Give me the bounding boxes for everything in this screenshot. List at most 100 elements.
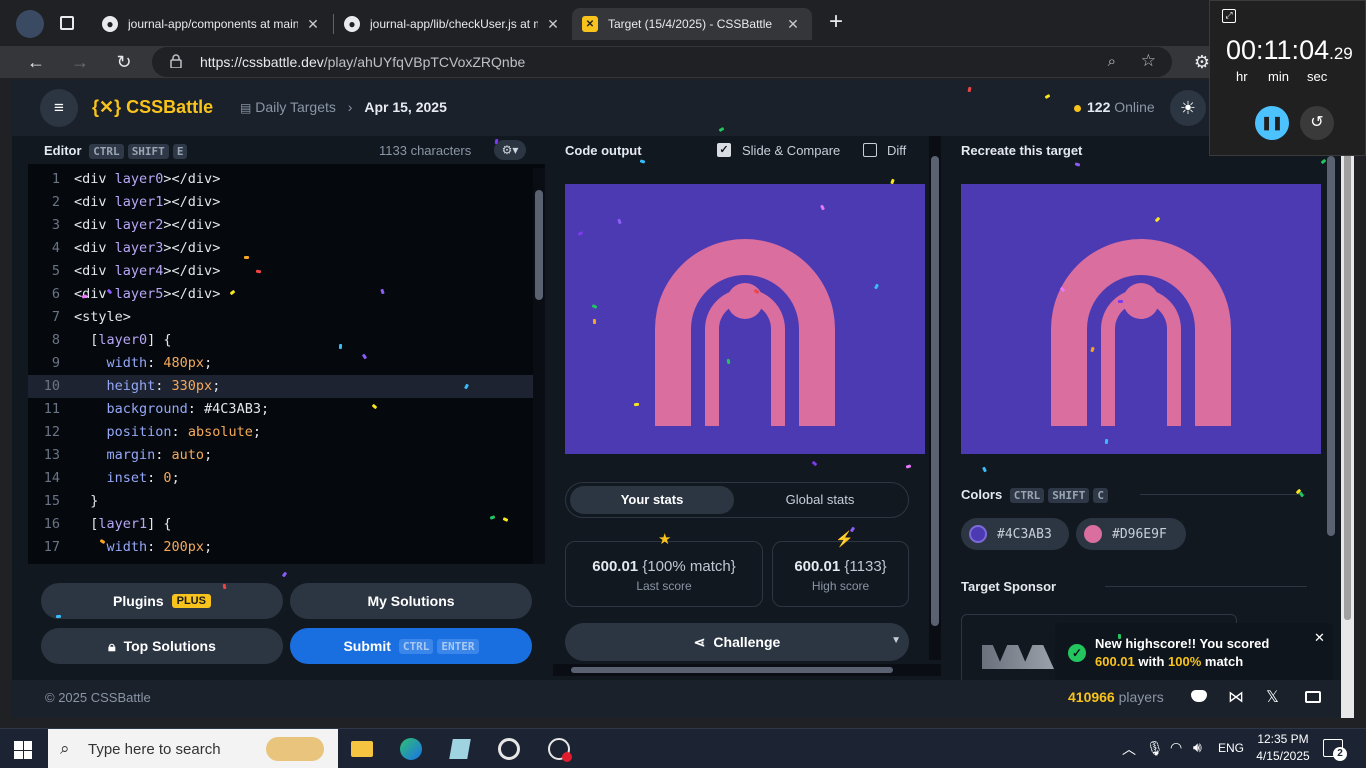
editor-settings-button[interactable]: ⚙▾ (494, 140, 526, 160)
code-line[interactable]: 11 background: #4C3AB3; (28, 398, 533, 421)
high-score-value: 600.01 (794, 558, 841, 575)
favorite-star-icon[interactable]: ☆ (1141, 51, 1156, 71)
code-token: : (147, 539, 164, 555)
code-line[interactable]: 6 <div layer5></div> (28, 283, 533, 306)
code-token: background (74, 401, 188, 417)
close-icon[interactable]: ✕ (304, 16, 322, 33)
reset-button[interactable]: ↺ (1300, 106, 1334, 140)
highscore-toast: ✓ New highscore!! You scored 600.01 with… (1055, 623, 1333, 685)
close-icon[interactable]: ✕ (544, 16, 562, 33)
close-icon[interactable]: ✕ (1314, 630, 1325, 646)
timer-fraction: .29 (1329, 44, 1353, 63)
code-token: layer5 (114, 286, 164, 302)
chevron-down-icon[interactable]: ▼ (891, 635, 901, 646)
volume-icon[interactable]: 🔊︎ (1193, 739, 1202, 756)
mail-icon[interactable] (1305, 691, 1321, 703)
breadcrumb-daily-targets[interactable]: Daily Targets (255, 99, 336, 115)
code-line[interactable]: 16 [layer1] { (28, 513, 533, 536)
code-token: layer0 (114, 171, 164, 187)
brand-logo[interactable]: {✕} CSSBattle (92, 97, 213, 118)
sponsor-logo (982, 645, 1054, 669)
my-solutions-button[interactable]: My Solutions (290, 583, 532, 619)
edge-icon[interactable] (397, 735, 425, 763)
close-icon[interactable]: ✕ (784, 16, 802, 33)
code-line[interactable]: 15 } (28, 490, 533, 513)
code-line[interactable]: 7 <style> (28, 306, 533, 329)
code-line[interactable]: 10 height: 330px; (28, 375, 533, 398)
code-line[interactable]: 1 <div layer0></div> (28, 168, 533, 191)
copyright: © 2025 CSSBattle (45, 690, 151, 705)
code-token: ; (252, 424, 261, 440)
code-line[interactable]: 14 inset: 0; (28, 467, 533, 490)
code-line[interactable]: 4 <div layer3></div> (28, 237, 533, 260)
address-field[interactable]: https://cssbattle.dev/play/ahUYfqVBpTCVo… (152, 47, 1172, 77)
profile-avatar[interactable] (16, 10, 44, 38)
code-line[interactable]: 5 <div layer4></div> (28, 260, 533, 283)
output-vscrollbar[interactable] (929, 136, 941, 660)
file-explorer-icon[interactable] (348, 735, 376, 763)
timer-label-sec: sec (1307, 69, 1328, 84)
language-indicator[interactable]: ENG (1218, 741, 1244, 755)
code-token: 200px (163, 539, 205, 555)
zoom-icon[interactable]: ⌕ (1108, 53, 1116, 70)
discord-icon[interactable] (1191, 690, 1207, 702)
editor-scrollbar[interactable] (533, 168, 545, 564)
expand-icon[interactable]: ⤢ (1222, 9, 1236, 23)
slide-compare-checkbox[interactable]: ✓ (717, 143, 731, 157)
code-token: 330px (171, 378, 213, 394)
challenge-button[interactable]: ⋖ Challenge ▼ (565, 623, 909, 661)
clock-app-icon[interactable] (495, 735, 523, 763)
wifi-icon[interactable]: ◠ (1170, 739, 1182, 756)
pause-button[interactable]: ❚❚ (1255, 106, 1289, 140)
taskbar-time[interactable]: 12:35 PM (1256, 732, 1310, 746)
output-hscrollbar[interactable] (553, 664, 941, 676)
theme-toggle-button[interactable]: ☀ (1170, 90, 1206, 126)
menu-button[interactable]: ≡ (40, 89, 78, 127)
windows-start-icon[interactable] (14, 741, 32, 759)
tab-global-stats[interactable]: Global stats (738, 486, 902, 514)
taskbar-date[interactable]: 4/15/2025 (1254, 749, 1312, 763)
diff-checkbox[interactable] (863, 143, 877, 157)
submit-button[interactable]: Submit CTRL ENTER (290, 628, 532, 664)
new-tab-icon[interactable]: + (824, 10, 848, 34)
code-editor[interactable]: 1 <div layer0></div> 2 <div layer1></div> 3 <… (28, 168, 533, 564)
target-canvas (961, 184, 1321, 454)
taskbar-search[interactable]: ⌕ Type here to search (48, 729, 338, 768)
code-line[interactable]: 12 position: absolute; (28, 421, 533, 444)
code-line[interactable]: 2 <div layer1></div> (28, 191, 533, 214)
share-icon: ⋖ (693, 633, 706, 650)
cssbattle-icon: ✕ (582, 16, 598, 32)
code-token: ></div> (163, 194, 221, 210)
code-line[interactable]: 3 <div layer2></div> (28, 214, 533, 237)
color-hex: #4C3AB3 (997, 526, 1052, 542)
code-line[interactable]: 13 margin: auto; (28, 444, 533, 467)
editor-panel: Editor CTRL SHIFT E 1133 characters ⚙▾ 1 <d… (28, 136, 545, 564)
top-solutions-button[interactable]: 🔒︎ Top Solutions (41, 628, 283, 664)
code-line[interactable]: 8 [layer0] { (28, 329, 533, 352)
microphone-icon[interactable]: 🎙︎ (1146, 740, 1164, 757)
page-scrollbar[interactable] (1341, 136, 1354, 718)
plugins-button[interactable]: Plugins PLUS (41, 583, 283, 619)
x-twitter-icon[interactable]: 𝕏 (1266, 687, 1279, 707)
reload-icon[interactable]: ↻ (112, 50, 136, 74)
code-token: ] { (147, 332, 172, 348)
tab-your-stats[interactable]: Your stats (570, 486, 734, 514)
target-vscrollbar[interactable] (1325, 136, 1337, 676)
bluesky-icon[interactable]: ⋈ (1228, 687, 1244, 707)
recording-app-icon[interactable] (545, 735, 573, 763)
back-icon[interactable]: ← (24, 50, 48, 74)
tab-actions-icon[interactable] (60, 16, 74, 30)
code-line[interactable]: 17 width: 200px; (28, 536, 533, 559)
notes-app-icon[interactable] (446, 735, 474, 763)
browser-tab-1[interactable]: ● journal-app/components at main ✕ (92, 8, 332, 40)
chevron-up-icon[interactable]: ︿ (1122, 739, 1136, 759)
color-chip-2[interactable]: #D96E9F (1076, 518, 1186, 550)
code-token: } (74, 493, 99, 509)
color-chip-1[interactable]: #4C3AB3 (961, 518, 1069, 550)
code-output-canvas[interactable] (565, 184, 925, 454)
code-line[interactable]: 9 width: 480px; (28, 352, 533, 375)
browser-tab-3[interactable]: ✕ Target (15/4/2025) - CSSBattle ✕ (572, 8, 812, 40)
browser-tab-2[interactable]: ● journal-app/lib/checkUser.js at m ✕ (334, 8, 572, 40)
code-token: : #4C3AB3; (187, 401, 270, 417)
github-icon: ● (102, 16, 118, 32)
